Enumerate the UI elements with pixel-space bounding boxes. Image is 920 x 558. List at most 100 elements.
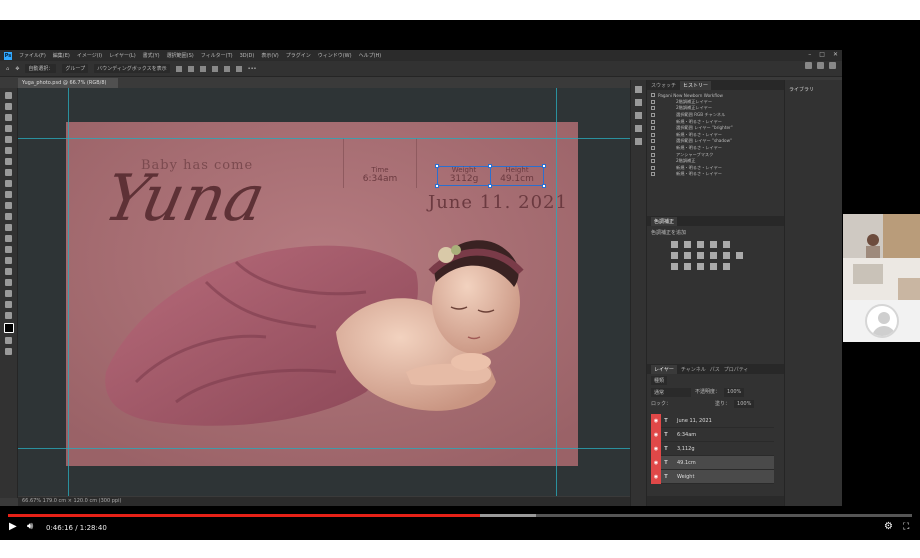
history-panel-icon[interactable] [635,86,642,93]
tab-layers[interactable]: レイヤー [651,364,677,374]
tab-swatches[interactable]: スウォッチ [651,82,676,89]
history-checkbox[interactable] [651,165,655,170]
menu-plugins[interactable]: プラグイン [286,52,311,59]
tab-channels[interactable]: チャンネル [681,366,706,373]
opacity-input[interactable]: 100% [724,388,745,397]
menu-3d[interactable]: 3D(D) [240,53,255,59]
screen-mode-icon[interactable] [5,348,12,355]
pen-tool-icon[interactable] [5,246,12,253]
gradient-tool-icon[interactable] [5,213,12,220]
history-row[interactable]: 選択範囲 レイヤー "brighter" [647,125,784,132]
visibility-eye-icon[interactable]: ◉ [651,469,661,484]
dodge-tool-icon[interactable] [5,235,12,242]
menu-edit[interactable]: 編集(E) [53,52,70,59]
history-row[interactable]: Pagani New Newborn Workflow [647,92,784,99]
menu-layer[interactable]: レイヤー(L) [109,52,136,59]
lasso-tool-icon[interactable] [5,114,12,121]
history-checkbox[interactable] [651,172,655,177]
brush-tool-icon[interactable] [5,169,12,176]
layer-row[interactable]: ◉ T 49.1cm [651,455,774,470]
eraser-tool-icon[interactable] [5,202,12,209]
color-swatches-icon[interactable] [3,323,14,333]
menu-view[interactable]: 表示(V) [261,52,278,59]
history-checkbox[interactable] [651,119,655,124]
share-icon[interactable] [829,62,836,69]
crop-tool-icon[interactable] [5,136,12,143]
volume-icon[interactable]: 🔊︎ [27,521,33,532]
eyedropper-tool-icon[interactable] [5,147,12,154]
menu-type[interactable]: 書式(Y) [143,52,160,59]
clone-stamp-tool-icon[interactable] [5,180,12,187]
layer-row[interactable]: ◉ T June 11, 2021 [651,413,774,428]
history-checkbox[interactable] [651,126,655,131]
auto-select-checkbox[interactable]: 自動選択： [25,64,57,73]
tab-paths[interactable]: パス [710,366,720,373]
menu-select[interactable]: 選択範囲(S) [167,52,194,59]
align-right-icon[interactable] [199,65,206,72]
curves-icon[interactable] [697,241,704,248]
history-row[interactable]: 選択範囲 レイヤー "shadow" [647,138,784,145]
selective-color-icon[interactable] [723,263,730,270]
history-checkbox[interactable] [651,93,655,98]
more-tools-icon[interactable] [5,312,12,319]
history-brush-tool-icon[interactable] [5,191,12,198]
history-row[interactable]: 選択範囲 RGB チャンネル [647,112,784,119]
guide-line[interactable] [18,448,630,449]
artboard-photo[interactable]: Baby has come Yuna Time 6:34am Weight 31… [66,122,578,466]
brightness-contrast-icon[interactable] [671,241,678,248]
document-tab[interactable]: Yuga_photo.psd @ 66.7% (RGB/8) [18,78,118,88]
color-lookup-icon[interactable] [736,252,743,259]
auto-select-target-dropdown[interactable]: グループ [62,64,89,73]
visibility-eye-icon[interactable]: ◉ [651,413,661,428]
guide-line[interactable] [18,138,630,139]
fill-input[interactable]: 100% [734,400,755,408]
maximize-icon[interactable]: □ [819,51,825,58]
hand-tool-icon[interactable] [5,290,12,297]
invert-icon[interactable] [671,263,678,270]
levels-icon[interactable] [684,241,691,248]
tab-adjustments[interactable]: 色調補正 [651,216,678,226]
history-checkbox[interactable] [651,99,655,104]
history-checkbox[interactable] [651,159,655,164]
zoom-tool-icon[interactable] [5,301,12,308]
menu-filter[interactable]: フィルター(T) [201,52,233,59]
align-left-icon[interactable] [175,65,182,72]
type-tool-icon[interactable] [5,257,12,264]
transform-handle[interactable] [542,184,546,188]
paragraph-panel-icon[interactable] [635,138,642,145]
posterize-icon[interactable] [684,263,691,270]
history-row[interactable]: 2階調補正レイヤー [647,105,784,112]
menu-window[interactable]: ウィンドウ(W) [318,52,352,59]
show-transform-controls-checkbox[interactable]: バウンディングボックスを表示 [94,64,170,73]
menu-help[interactable]: ヘルプ(H) [359,52,382,59]
workspace-icon[interactable] [817,62,824,69]
transform-handle[interactable] [488,184,492,188]
layer-row[interactable]: ◉ T Weight [651,469,774,484]
vibrance-icon[interactable] [723,241,730,248]
blur-tool-icon[interactable] [5,224,12,231]
move-tool-icon[interactable] [5,92,12,99]
history-row[interactable]: 新規・明るさ・レイヤー [647,145,784,152]
history-row[interactable]: 新規・明るさ・レイヤー [647,132,784,139]
libraries-title[interactable]: ライブラリ [785,80,842,99]
tab-history[interactable]: ヒストリー [680,80,712,90]
character-panel-icon[interactable] [635,125,642,132]
history-checkbox[interactable] [651,146,655,151]
hue-saturation-icon[interactable] [671,252,678,259]
gradient-map-icon[interactable] [710,263,717,270]
channel-mixer-icon[interactable] [723,252,730,259]
path-select-tool-icon[interactable] [5,268,12,275]
clone-source-icon[interactable] [635,112,642,119]
visibility-eye-icon[interactable]: ◉ [651,427,661,442]
marquee-tool-icon[interactable] [5,103,12,110]
visibility-eye-icon[interactable]: ◉ [651,441,661,456]
menu-image[interactable]: イメージ(I) [77,52,102,59]
transform-handle[interactable] [435,184,439,188]
history-checkbox[interactable] [651,106,655,111]
shape-tool-icon[interactable] [5,279,12,286]
history-row[interactable]: 新規・明るさ・レイヤー [647,118,784,125]
history-checkbox[interactable] [651,139,655,144]
history-checkbox[interactable] [651,152,655,157]
settings-gear-icon[interactable]: ⚙ [884,521,893,532]
history-row[interactable]: 新規・明るさ・レイヤー [647,171,784,178]
